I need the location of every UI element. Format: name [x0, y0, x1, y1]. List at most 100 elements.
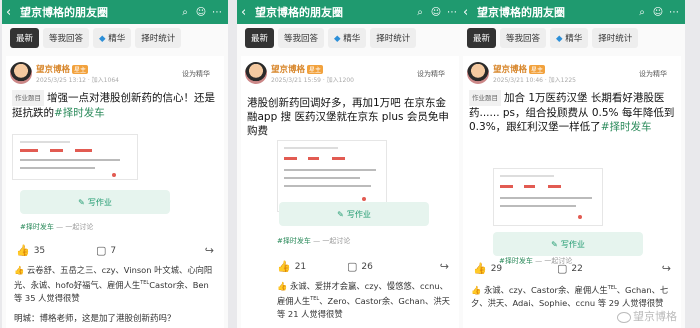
post-author: 望京博格 星主 2025/3/21 15:59 · 加入1200 设为精华: [245, 60, 455, 86]
liked-by: 👍 云卷舒、五岳之三、czy、Vinson 叶文城、心向阳光、永诚、hofo好福…: [14, 265, 213, 303]
comment-button[interactable]: ▢ 22: [557, 262, 583, 275]
back-icon[interactable]: ‹: [6, 5, 20, 20]
homework-tag: 作业题目: [12, 90, 44, 106]
diamond-icon: ◆: [334, 34, 341, 44]
diamond-icon: ◆: [556, 34, 563, 44]
attached-screenshot[interactable]: [493, 168, 603, 226]
share-icon: ↪: [439, 260, 449, 273]
post-author: 望京博格 星主 2025/3/25 13:12 · 加入1064 设为精华: [10, 60, 220, 86]
post-body: 作业题目 增强一点对港股创新药的信心！还是挺抗跌的#择时发车: [12, 90, 220, 120]
user-icon[interactable]: ☺: [651, 7, 665, 18]
like-button[interactable]: 👍 21: [277, 260, 306, 273]
comment-button[interactable]: ▢ 7: [96, 244, 116, 257]
tab-latest[interactable]: 最新: [10, 28, 40, 48]
user-icon[interactable]: ☺: [429, 7, 443, 18]
owner-badge: 星主: [529, 65, 546, 74]
share-button[interactable]: ↪: [662, 262, 671, 275]
like-icon: 👍: [471, 284, 482, 295]
author-name[interactable]: 望京博格: [271, 65, 305, 75]
top-bar: ‹ 望京博格的朋友圈 ⌕ ☺ ⋯: [459, 0, 685, 24]
tab-featured[interactable]: ◆ 精华: [93, 28, 132, 48]
owner-badge: 星主: [307, 65, 324, 74]
share-icon: ↪: [204, 244, 214, 257]
comment-icon: ▢: [557, 262, 568, 275]
post-hashtag[interactable]: #择时发车: [601, 121, 652, 133]
more-icon[interactable]: ⋯: [667, 7, 681, 18]
share-button[interactable]: ↪: [440, 260, 449, 273]
set-featured-button[interactable]: 设为精华: [182, 69, 210, 79]
liked-by: 👍 永诚、爱拼才会赢、czy、慢悠悠、ccnu、雇佣人生TEL、Zero、Cas…: [277, 281, 450, 319]
app-title: 望京博格的朋友圈: [255, 6, 343, 19]
post-meta: 2025/3/25 13:12 · 加入1064: [36, 77, 119, 84]
watermark: 望京博格: [617, 308, 677, 324]
thumbs-up-icon: 👍: [473, 262, 487, 275]
write-homework-button[interactable]: ✎ 写作业: [493, 232, 643, 256]
thumbs-up-icon: 👍: [16, 244, 30, 257]
attached-screenshot[interactable]: [12, 134, 138, 180]
author-name[interactable]: 望京博格: [36, 65, 70, 75]
post-card: 望京博格 星主 2025/3/25 13:12 · 加入1064 设为精华 作业题…: [6, 56, 224, 328]
actions: 👍 29 ▢ 22 ↪: [473, 262, 671, 278]
set-featured-button[interactable]: 设为精华: [417, 69, 445, 79]
set-featured-button[interactable]: 设为精华: [639, 69, 667, 79]
panel-1: ‹ 望京博格的朋友圈 ⌕ ☺ ⋯ 最新 等我回答 ◆ 精华 择时统计 望京博格星…: [2, 0, 228, 328]
more-icon[interactable]: ⋯: [445, 7, 459, 18]
user-icon[interactable]: ☺: [194, 7, 208, 18]
avatar[interactable]: [245, 62, 267, 84]
diamond-icon: ◆: [99, 34, 106, 44]
more-icon[interactable]: ⋯: [210, 7, 224, 18]
post-card: 望京博格 星主 2025/3/21 15:59 · 加入1200 设为精华 港股创…: [241, 56, 459, 328]
post-actions: 👍 35 ▢ 7 ↪: [16, 244, 214, 260]
author-name[interactable]: 望京博格: [493, 65, 527, 75]
homework-tag: 作业题目: [469, 90, 501, 106]
tab-latest[interactable]: 最新: [245, 28, 275, 48]
post-meta: 2025/3/21 10:46 · 加入1225: [493, 77, 576, 84]
tab-timing-stats[interactable]: 择时统计: [370, 28, 417, 48]
like-button[interactable]: 👍 29: [473, 262, 502, 275]
like-icon: 👍: [14, 265, 25, 275]
search-icon[interactable]: ⌕: [178, 7, 192, 18]
tab-latest[interactable]: 最新: [467, 28, 497, 48]
like-icon: 👍: [277, 281, 288, 291]
search-icon[interactable]: ⌕: [635, 7, 649, 18]
share-icon: ↪: [661, 262, 671, 275]
tab-featured[interactable]: ◆ 精华: [550, 28, 589, 48]
pencil-icon: ✎: [551, 239, 558, 249]
comment-button[interactable]: ▢ 26: [347, 260, 373, 273]
panel-2: ‹ 望京博格的朋友圈 ⌕ ☺ ⋯ 最新 等我回答 ◆ 精华 择时统计 望京博格星…: [237, 0, 463, 328]
back-icon[interactable]: ‹: [241, 5, 255, 20]
search-icon[interactable]: ⌕: [413, 7, 427, 18]
post-body: 作业题目 加合 1万医药汉堡 长期看好港股医药...... ps，组合投顾费从 0…: [469, 90, 677, 134]
comment-icon: ▢: [347, 260, 358, 273]
like-button[interactable]: 👍 35: [16, 244, 45, 257]
tab-featured[interactable]: ◆ 精华: [328, 28, 367, 48]
tab-bar: 最新 等我回答 ◆ 精华 择时统计: [237, 24, 463, 52]
app-title: 望京博格的朋友圈: [20, 6, 108, 19]
tab-waiting-answer[interactable]: 等我回答: [500, 28, 547, 48]
tab-timing-stats[interactable]: 择时统计: [592, 28, 639, 48]
comment-preview[interactable]: 明城：博格老师，这是加了港股创新药吗？: [14, 312, 176, 324]
write-homework-button[interactable]: ✎ 写作业: [20, 190, 170, 214]
pencil-icon: ✎: [337, 209, 344, 219]
weibo-logo-icon: [617, 311, 631, 323]
write-homework-button[interactable]: ✎ 写作业: [279, 202, 429, 226]
share-button[interactable]: ↪: [205, 244, 214, 257]
post-card: 望京博格 星主 2025/3/21 10:46 · 加入1225 设为精华 作业题…: [463, 56, 681, 328]
post-actions: 👍 21 ▢ 26 ↪: [277, 260, 449, 276]
post-author: 望京博格 星主 2025/3/21 10:46 · 加入1225 设为精华: [467, 60, 677, 86]
top-bar: ‹ 望京博格的朋友圈 ⌕ ☺ ⋯: [2, 0, 228, 24]
tab-timing-stats[interactable]: 择时统计: [135, 28, 182, 48]
tab-waiting-answer[interactable]: 等我回答: [43, 28, 90, 48]
topic-line[interactable]: #择时发车 — 一起讨论: [20, 222, 93, 232]
post-hashtag[interactable]: #择时发车: [54, 107, 105, 119]
back-icon[interactable]: ‹: [463, 5, 477, 20]
panel-3: ‹ 望京博格的朋友圈 ⌕ ☺ ⋯ 最新 等我回答 ◆ 精华 择时统计 望京博格星…: [459, 0, 685, 328]
topic-line[interactable]: #择时发车 — 一起讨论: [277, 236, 350, 246]
avatar[interactable]: [10, 62, 32, 84]
app-title: 望京博格的朋友圈: [477, 6, 565, 19]
pencil-icon: ✎: [78, 197, 85, 207]
owner-badge: 星主: [72, 65, 89, 74]
avatar[interactable]: [467, 62, 489, 84]
post-meta: 2025/3/21 15:59 · 加入1200: [271, 77, 354, 84]
tab-waiting-answer[interactable]: 等我回答: [278, 28, 325, 48]
